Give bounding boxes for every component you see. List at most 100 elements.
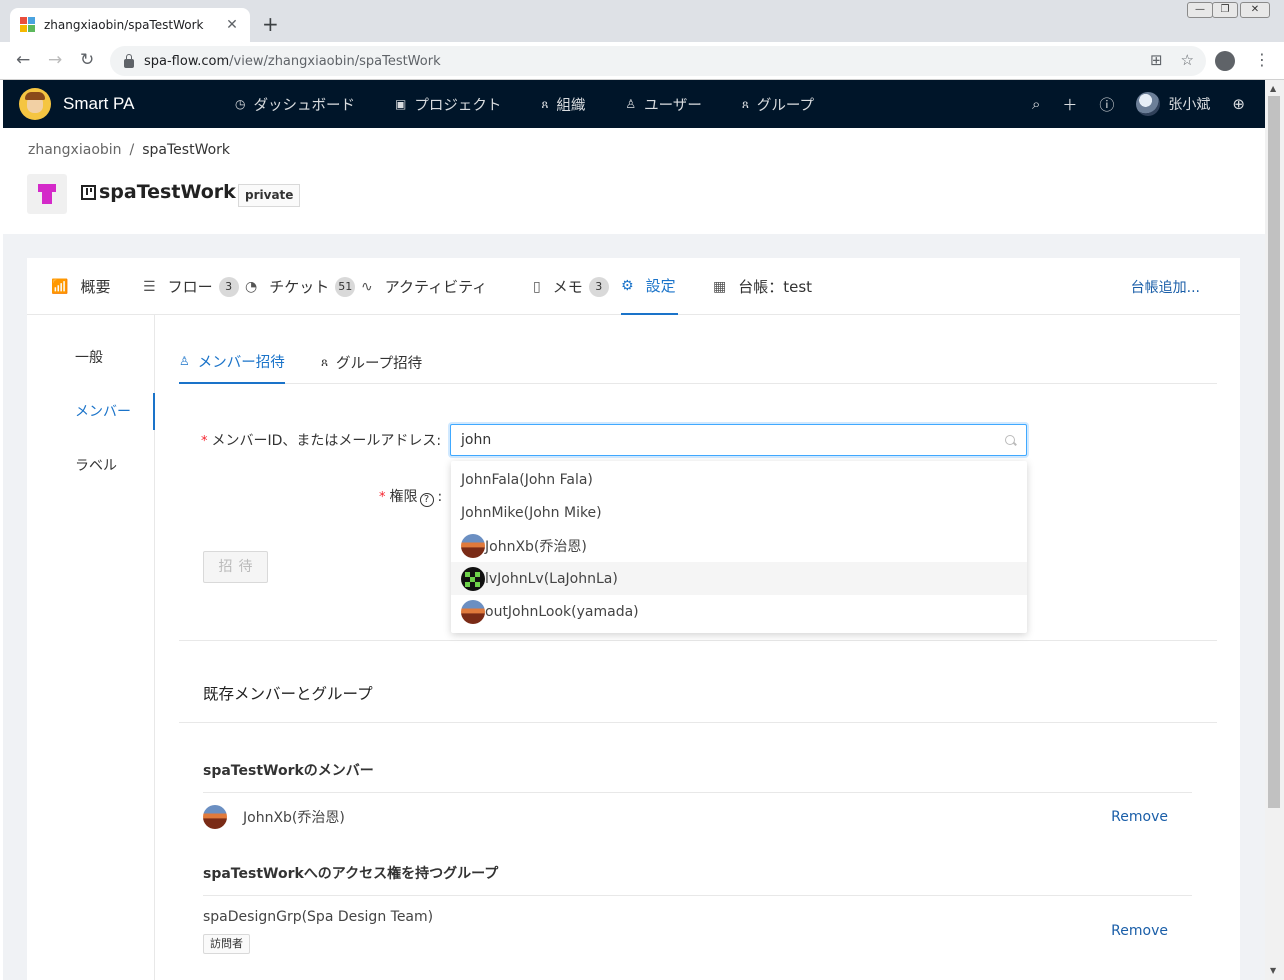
restore-window-icon[interactable]: ❐: [1212, 2, 1238, 18]
nav-organization[interactable]: ጸ 組織: [521, 94, 605, 115]
section-divider: [179, 640, 1217, 641]
add-ledger-link[interactable]: 台帳追加...: [1131, 277, 1200, 297]
member-name: JohnXb(乔治恩): [243, 810, 345, 826]
user-avatar[interactable]: [1136, 92, 1161, 116]
tab-settings[interactable]: ⚙ 設定: [621, 258, 678, 315]
tab-activity[interactable]: ∿ アクティビティ: [361, 258, 487, 315]
user-icon: ♙: [625, 97, 637, 111]
settings-side-menu: 一般 メンバー ラベル: [27, 315, 155, 980]
suggestion-option[interactable]: JohnFala(John Fala): [451, 463, 1027, 496]
remove-group-link[interactable]: Remove: [1111, 923, 1168, 939]
app-header: Smart PA ◷ ダッシュボード ▣ プロジェクト ጸ 組織 ♙ ユーザー ጸ グルー…: [3, 80, 1265, 128]
translate-icon[interactable]: ⊞: [1150, 51, 1163, 69]
language-globe-icon[interactable]: ⊕: [1232, 95, 1245, 113]
side-item-general[interactable]: 一般: [75, 347, 103, 367]
member-search-input[interactable]: john: [450, 424, 1027, 456]
browser-profile-icon[interactable]: [1215, 51, 1235, 71]
app-name: Smart PA: [63, 94, 135, 113]
remove-member-link[interactable]: Remove: [1111, 809, 1168, 825]
tab-memo[interactable]: ▯ メモ 3: [533, 258, 609, 315]
user-icon: ♙: [179, 354, 190, 368]
user-avatar: [461, 566, 485, 591]
group-icon: ጸ: [321, 354, 329, 369]
group-row: spaDesignGrp(Spa Design Team) Remove: [203, 897, 1192, 939]
invite-button[interactable]: 招待: [203, 551, 268, 583]
lock-icon: [124, 53, 134, 68]
nav-user[interactable]: ♙ ユーザー: [605, 94, 721, 115]
reload-icon[interactable]: ↻: [80, 51, 94, 69]
member-id-label: * メンバーID、またはメールアドレス:: [201, 433, 442, 449]
browser-tab[interactable]: zhangxiaobin/spaTestWork ✕: [10, 8, 250, 42]
existing-section-title: 既存メンバーとグループ: [203, 685, 373, 703]
scroll-up-icon[interactable]: ▲: [1270, 84, 1276, 93]
members-settings: ♙ メンバー招待 ጸ グループ招待 * メンバーID、またはメールアドレス: john…: [179, 315, 1217, 980]
suggestion-option[interactable]: lvJohnLv(LaJohnLa): [451, 562, 1027, 595]
side-item-members[interactable]: メンバー: [75, 401, 131, 421]
project-icon: ▣: [394, 97, 407, 111]
organization-icon: ጸ: [541, 96, 549, 111]
section-divider: [179, 722, 1217, 723]
user-avatar: [461, 533, 485, 558]
url-text: spa-flow.com/view/zhangxiaobin/spaTestWo…: [144, 53, 441, 69]
app-logo-icon[interactable]: [19, 88, 51, 120]
member-avatar: [203, 805, 227, 829]
activity-icon: ∿: [361, 278, 373, 295]
breadcrumb-owner[interactable]: zhangxiaobin: [28, 142, 122, 158]
tab-group-invite[interactable]: ጸ グループ招待: [321, 350, 422, 384]
breadcrumb: zhangxiaobin / spaTestWork: [28, 142, 230, 158]
tab-ledger[interactable]: ▦ 台帳：test: [713, 258, 812, 315]
active-indicator: [153, 393, 155, 430]
forward-arrow-icon[interactable]: →: [48, 51, 62, 69]
members-heading: spaTestWorkのメンバー: [203, 763, 374, 779]
settings-icon: ⚙: [621, 277, 634, 294]
search-icon: [1005, 435, 1015, 445]
page-header: zhangxiaobin / spaTestWork spaTestWork p…: [3, 128, 1265, 234]
close-tab-icon[interactable]: ✕: [224, 17, 240, 33]
breadcrumb-separator: /: [129, 142, 135, 158]
member-row: JohnXb(乔治恩) Remove: [203, 797, 1192, 837]
minimize-window-icon[interactable]: —: [1187, 2, 1213, 18]
help-icon[interactable]: ⓘ: [1099, 94, 1114, 115]
app-favicon-icon: [20, 17, 36, 33]
nav-dashboard[interactable]: ◷ ダッシュボード: [215, 94, 375, 115]
page-title: spaTestWork: [81, 181, 236, 203]
visibility-badge: private: [238, 184, 301, 207]
back-arrow-icon[interactable]: ←: [16, 51, 30, 69]
main-nav: ◷ ダッシュボード ▣ プロジェクト ጸ 組織 ♙ ユーザー ጸ グループ: [215, 94, 834, 115]
group-role-tag: 訪問者: [203, 934, 250, 954]
address-bar[interactable]: spa-flow.com/view/zhangxiaobin/spaTestWo…: [110, 46, 1206, 76]
memo-icon: ▯: [533, 278, 541, 295]
user-avatar: [461, 599, 485, 624]
suggestion-option[interactable]: JohnMike(John Mike): [451, 496, 1027, 529]
nav-group[interactable]: ጸ グループ: [722, 94, 834, 115]
suggestion-option[interactable]: outJohnLook(yamada): [451, 595, 1027, 628]
browser-menu-icon[interactable]: ⋮: [1254, 50, 1270, 69]
permission-label: * 権限?:: [379, 489, 443, 507]
member-suggestions-dropdown: JohnFala(John Fala) JohnMike(John Mike) …: [451, 461, 1027, 633]
browser-tab-strip: zhangxiaobin/spaTestWork ✕ + — ❐ ✕: [0, 0, 1284, 42]
flow-icon: ☰: [143, 278, 156, 295]
memo-count-badge: 3: [588, 276, 609, 297]
ticket-count-badge: 51: [335, 276, 356, 297]
suggestion-option[interactable]: JohnXb(乔治恩): [451, 529, 1027, 562]
bookmark-star-icon[interactable]: ☆: [1181, 51, 1194, 69]
user-name[interactable]: 张小斌: [1168, 94, 1210, 114]
table-icon: ▦: [713, 278, 727, 295]
page-scrollbar[interactable]: ▲ ▼: [1265, 80, 1284, 980]
search-icon[interactable]: ⌕: [1032, 95, 1040, 113]
add-icon[interactable]: ＋: [1062, 94, 1077, 115]
tab-flow[interactable]: ☰ フロー 3: [143, 258, 239, 315]
nav-project[interactable]: ▣ プロジェクト: [375, 94, 521, 115]
groups-heading: spaTestWorkへのアクセス権を持つグループ: [203, 866, 499, 882]
breadcrumb-repo: spaTestWork: [142, 142, 231, 158]
repo-avatar-icon: [27, 174, 67, 214]
new-tab-icon[interactable]: +: [262, 14, 279, 34]
side-item-labels[interactable]: ラベル: [75, 455, 117, 475]
scroll-down-icon[interactable]: ▼: [1270, 966, 1276, 975]
scrollbar-thumb[interactable]: [1268, 96, 1280, 808]
group-icon: ጸ: [741, 96, 749, 111]
close-window-icon[interactable]: ✕: [1240, 2, 1270, 18]
tab-member-invite[interactable]: ♙ メンバー招待: [179, 350, 285, 384]
tab-ticket[interactable]: ◔ チケット 51: [245, 258, 356, 315]
tab-overview[interactable]: 📶 概要: [51, 258, 110, 315]
